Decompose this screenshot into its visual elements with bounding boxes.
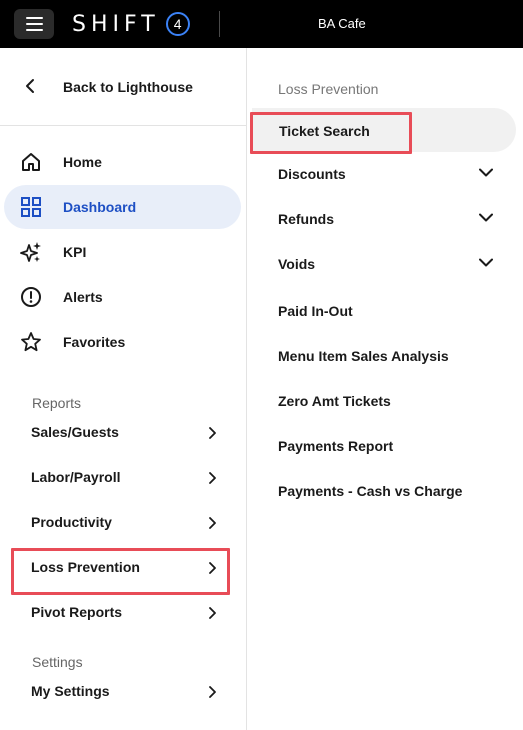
nav-item-label: KPI [63, 244, 87, 260]
settings-item-my-settings[interactable]: My Settings [16, 673, 226, 709]
top-bar: SHIFT 4 BA Cafe [0, 0, 523, 48]
topbar-divider [219, 11, 220, 37]
submenu-item-discounts[interactable]: Discounts [278, 159, 498, 189]
nav-item-alerts[interactable]: Alerts [4, 275, 241, 319]
chevron-right-icon [209, 427, 216, 439]
sparkle-icon [20, 242, 41, 262]
nav-item-label: Favorites [63, 334, 126, 350]
nav-item-home[interactable]: Home [4, 140, 241, 184]
submenu-item-voids[interactable]: Voids [278, 249, 498, 279]
chevron-down-icon [479, 213, 493, 222]
report-item-loss-prevention[interactable]: Loss Prevention [16, 549, 226, 585]
submenu-item-label: Refunds [278, 211, 334, 227]
submenu-item-refunds[interactable]: Refunds [278, 204, 498, 234]
chevron-right-icon [209, 562, 216, 574]
chevron-right-icon [209, 472, 216, 484]
report-item-labor-payroll[interactable]: Labor/Payroll [16, 459, 226, 495]
submenu-item-label: Discounts [278, 166, 346, 182]
submenu-item-label: Payments Report [278, 438, 394, 454]
submenu-item-label: Zero Amt Tickets [278, 393, 391, 409]
submenu-item-menu-item-sales-analysis[interactable]: Menu Item Sales Analysis [278, 341, 498, 371]
back-link-label: Back to Lighthouse [63, 79, 193, 95]
submenu-item-payments-cash-vs-charge[interactable]: Payments - Cash vs Charge [278, 476, 498, 506]
submenu-title: Loss Prevention [278, 81, 379, 97]
nav-item-label: Home [63, 154, 102, 170]
brand-logo[interactable]: SHIFT 4 [72, 9, 190, 39]
loss-prevention-submenu: Loss Prevention Ticket Search Discounts … [248, 48, 523, 730]
hamburger-icon-line [25, 29, 43, 31]
report-item-sales-guests[interactable]: Sales/Guests [16, 414, 226, 450]
submenu-item-label: Ticket Search [279, 123, 370, 139]
chevron-right-icon [209, 686, 216, 698]
submenu-item-label: Voids [278, 256, 316, 272]
nav-item-dashboard[interactable]: Dashboard [4, 185, 241, 229]
report-item-label: Labor/Payroll [31, 469, 121, 485]
report-item-label: Sales/Guests [31, 424, 119, 440]
report-item-label: Productivity [31, 514, 112, 530]
left-nav-panel: Back to Lighthouse Home Dashboard KPI Al… [0, 48, 247, 730]
submenu-item-label: Paid In-Out [278, 303, 353, 319]
reports-section-title: Reports [32, 395, 82, 411]
settings-section-title: Settings [32, 654, 83, 670]
nav-item-label: Dashboard [63, 199, 137, 215]
chevron-right-icon [209, 517, 216, 529]
nav-item-label: Alerts [63, 289, 103, 305]
dashboard-grid-icon [21, 197, 41, 217]
chevron-left-icon [26, 79, 34, 93]
location-name[interactable]: BA Cafe [318, 16, 366, 31]
nav-divider [0, 125, 246, 126]
back-to-lighthouse-link[interactable]: Back to Lighthouse [0, 66, 246, 108]
home-icon [22, 153, 40, 171]
report-item-label: Pivot Reports [31, 604, 123, 620]
alert-circle-icon [21, 287, 41, 307]
nav-item-kpi[interactable]: KPI [4, 230, 241, 274]
logo-badge: 4 [165, 12, 190, 36]
submenu-item-label: Menu Item Sales Analysis [278, 348, 449, 364]
star-icon [21, 332, 41, 352]
submenu-item-ticket-search[interactable]: Ticket Search [252, 108, 516, 152]
hamburger-icon [25, 17, 43, 19]
settings-item-label: My Settings [31, 683, 110, 699]
nav-item-favorites[interactable]: Favorites [4, 320, 241, 364]
chevron-down-icon [479, 168, 493, 177]
submenu-item-payments-report[interactable]: Payments Report [278, 431, 498, 461]
chevron-right-icon [209, 607, 216, 619]
submenu-item-zero-amt-tickets[interactable]: Zero Amt Tickets [278, 386, 498, 416]
chevron-down-icon [479, 258, 493, 267]
logo-text: SHIFT [72, 11, 160, 37]
hamburger-icon-line [25, 23, 43, 25]
submenu-item-paid-in-out[interactable]: Paid In-Out [278, 296, 498, 326]
menu-toggle-button[interactable] [14, 9, 54, 39]
report-item-label: Loss Prevention [31, 559, 140, 575]
report-item-productivity[interactable]: Productivity [16, 504, 226, 540]
report-item-pivot-reports[interactable]: Pivot Reports [16, 594, 226, 630]
submenu-item-label: Payments - Cash vs Charge [278, 483, 463, 499]
